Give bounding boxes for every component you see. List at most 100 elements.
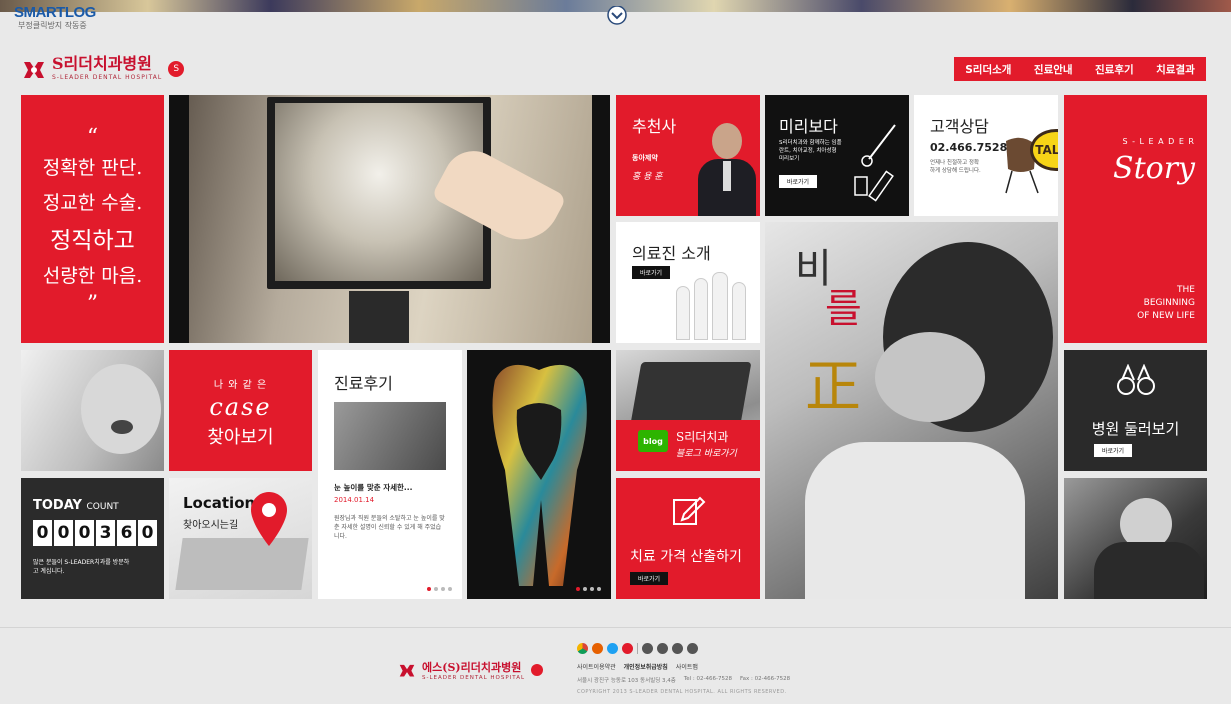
footer-divider: [0, 627, 1231, 628]
blog-badge-icon: blog: [638, 430, 668, 452]
dental-tools-icon: [854, 124, 896, 202]
footer-logo-subtitle: S-LEADER DENTAL HOSPITAL: [422, 675, 526, 681]
consult-tile[interactable]: 고객상담 02.466.7528 언제나 친절하고 정확하게 상담해 드립니다.…: [914, 95, 1058, 216]
counter-digit: 0: [54, 520, 73, 546]
counter-digit: 0: [75, 520, 94, 546]
site-logo[interactable]: S리더치과병원 S-LEADER DENTAL HOSPITAL S: [22, 54, 185, 81]
nav-item-results[interactable]: 치료결과: [1156, 62, 1195, 77]
ie-icon[interactable]: [607, 643, 618, 654]
story-top-label: S - L E A D E R: [1122, 137, 1195, 146]
today-counter: 0 0 0 3 6 0: [33, 520, 157, 546]
review-body: 원장님과 직원 분들의 소탈하고 눈 높이를 맞춘 자세한 설명이 신뢰할 수 …: [334, 515, 445, 540]
tour-tile[interactable]: 병원 둘러보기 바로가기: [1064, 350, 1207, 471]
twitter-icon[interactable]: [642, 643, 653, 654]
calligraphy-2: 를: [825, 286, 862, 332]
nav-item-guide[interactable]: 진료안내: [1034, 62, 1073, 77]
hero-photo: [169, 95, 610, 343]
review-pager[interactable]: [427, 587, 452, 591]
blog-line-1: S리더치과: [676, 430, 729, 444]
recommend-brand: 동아제약: [632, 154, 658, 162]
today-title-small: COUNT: [86, 502, 119, 512]
logo-mark-icon: [24, 61, 44, 78]
story-tile[interactable]: S - L E A D E R Story THE BEGINNING OF N…: [1064, 95, 1207, 343]
motto-line-2: 정교한 수술.: [42, 192, 143, 214]
footer-copyright: COPYRIGHT 2013 S-LEADER DENTAL HOSPITAL.…: [577, 689, 787, 695]
clinic-photo: 비 를 正: [765, 222, 1058, 599]
story-tagline-1: THE: [1177, 285, 1195, 295]
counter-digit: 6: [117, 520, 136, 546]
case-line-1: 나 와 같 은: [213, 380, 268, 391]
firefox-icon[interactable]: [592, 643, 603, 654]
staff-title: 의료진 소개: [632, 244, 711, 263]
facebook-icon[interactable]: [657, 643, 668, 654]
footer-link-sitemap[interactable]: 사이트맵: [676, 662, 698, 671]
location-tile[interactable]: Location 찾아오시는길: [169, 478, 312, 599]
review-title: 진료후기: [334, 374, 393, 393]
footer-logo[interactable]: 에스(S)리더치과병원 S-LEADER DENTAL HOSPITAL: [398, 659, 544, 681]
counter-digit: 3: [96, 520, 115, 546]
preview-title: 미리보다: [779, 117, 838, 136]
close-quote: ”: [86, 292, 99, 317]
footer-link-terms[interactable]: 사이트이용약관: [577, 662, 616, 671]
staff-group-photo: [668, 272, 758, 340]
price-button[interactable]: 바로가기: [630, 572, 669, 585]
motto-line-4: 선량한 마음.: [42, 265, 143, 287]
tour-title: 병원 둘러보기: [1091, 420, 1180, 438]
today-count-tile: TODAY COUNT 0 0 0 3 6 0 많은 분들이 S-LEADER치…: [21, 478, 164, 599]
nav-item-intro[interactable]: S리더소개: [965, 62, 1011, 77]
staff-tile[interactable]: 의료진 소개 바로가기: [616, 222, 760, 343]
tooth-pager[interactable]: [576, 587, 601, 591]
review-photo: [334, 402, 446, 470]
location-title: Location: [183, 494, 256, 512]
binoculars-icon: [1117, 364, 1155, 395]
chevron-down-icon[interactable]: [606, 5, 628, 28]
price-title: 치료 가격 산출하기: [630, 549, 742, 565]
logo-title: S리더치과병원: [52, 54, 152, 73]
today-desc: 많은 분들이 S-LEADER치과를 방문하고 계십니다.: [33, 559, 130, 575]
blog-tile[interactable]: blog S리더치과 블로그 바로가기: [616, 350, 760, 471]
smartlog-logo: SMARTLOG: [14, 4, 96, 21]
today-title: TODAY: [33, 498, 82, 513]
motto-line-1: 정확한 판단.: [42, 157, 143, 179]
preview-tile[interactable]: 미리보다 S리더치과와 함께하는 임플란트, 치아교정, 치아성형 미리보기 바…: [765, 95, 909, 216]
instagram-icon[interactable]: [672, 643, 683, 654]
footer-link-privacy[interactable]: 개인정보취급방침: [624, 662, 668, 671]
footer-fax: Fax : 02-466-7528: [739, 676, 791, 682]
preview-button[interactable]: 바로가기: [779, 175, 818, 188]
review-date: 2014.01.14: [334, 496, 375, 504]
counter-digit: 0: [33, 520, 52, 546]
consult-phone[interactable]: 02.466.7528: [930, 141, 1007, 154]
footer-social-icons: [577, 643, 698, 654]
staff-button[interactable]: 바로가기: [632, 266, 671, 279]
child-dentist-photo: [21, 350, 164, 471]
counter-digit: 0: [138, 520, 157, 546]
case-line-3: 찾아보기: [207, 427, 274, 448]
chrome-icon[interactable]: [577, 643, 588, 654]
consult-title: 고객상담: [930, 117, 989, 136]
recommendation-tile[interactable]: 추천사 동아제약 홍 용 훈: [616, 95, 760, 216]
footer-logo-title: 에스(S)리더치과병원: [422, 661, 522, 674]
motto-line-3: 정직하고: [50, 228, 135, 254]
recommend-signature: 홍 용 훈: [632, 172, 663, 182]
case-line-2: case: [209, 393, 272, 421]
review-tile[interactable]: 진료후기 눈 높이를 맞춘 자세한... 2014.01.14 원장님과 직원 …: [318, 350, 462, 599]
tooth-crosssection-image: [467, 350, 611, 599]
footer-tel: Tel : 02-466-7528: [683, 676, 732, 682]
location-sub: 찾아오시는길: [183, 520, 239, 531]
preview-desc: S리더치과와 함께하는 임플란트, 치아교정, 치아성형 미리보기: [779, 140, 842, 162]
motto-tile[interactable]: “ 정확한 판단. 정교한 수술. 정직하고 선량한 마음. ”: [21, 95, 164, 343]
footer-links: 사이트이용약관 개인정보취급방침 사이트맵: [577, 662, 698, 671]
recommender-portrait: [696, 119, 758, 216]
tour-button[interactable]: 바로가기: [1094, 444, 1133, 457]
nav-item-reviews[interactable]: 진료후기: [1095, 62, 1134, 77]
main-nav: S리더소개 진료안내 진료후기 치료결과: [954, 57, 1206, 81]
price-tile[interactable]: 치료 가격 산출하기 바로가기: [616, 478, 760, 599]
opera-icon[interactable]: [622, 643, 633, 654]
map-pin-icon: [251, 492, 287, 546]
doctor-treatment-photo: [1064, 478, 1207, 599]
story-tagline-2: BEGINNING: [1143, 298, 1195, 308]
case-tile[interactable]: 나 와 같 은 case 찾아보기: [169, 350, 312, 471]
story-title: Story: [1113, 151, 1195, 186]
vimeo-icon[interactable]: [687, 643, 698, 654]
review-headline: 눈 높이를 맞춘 자세한...: [334, 483, 413, 492]
